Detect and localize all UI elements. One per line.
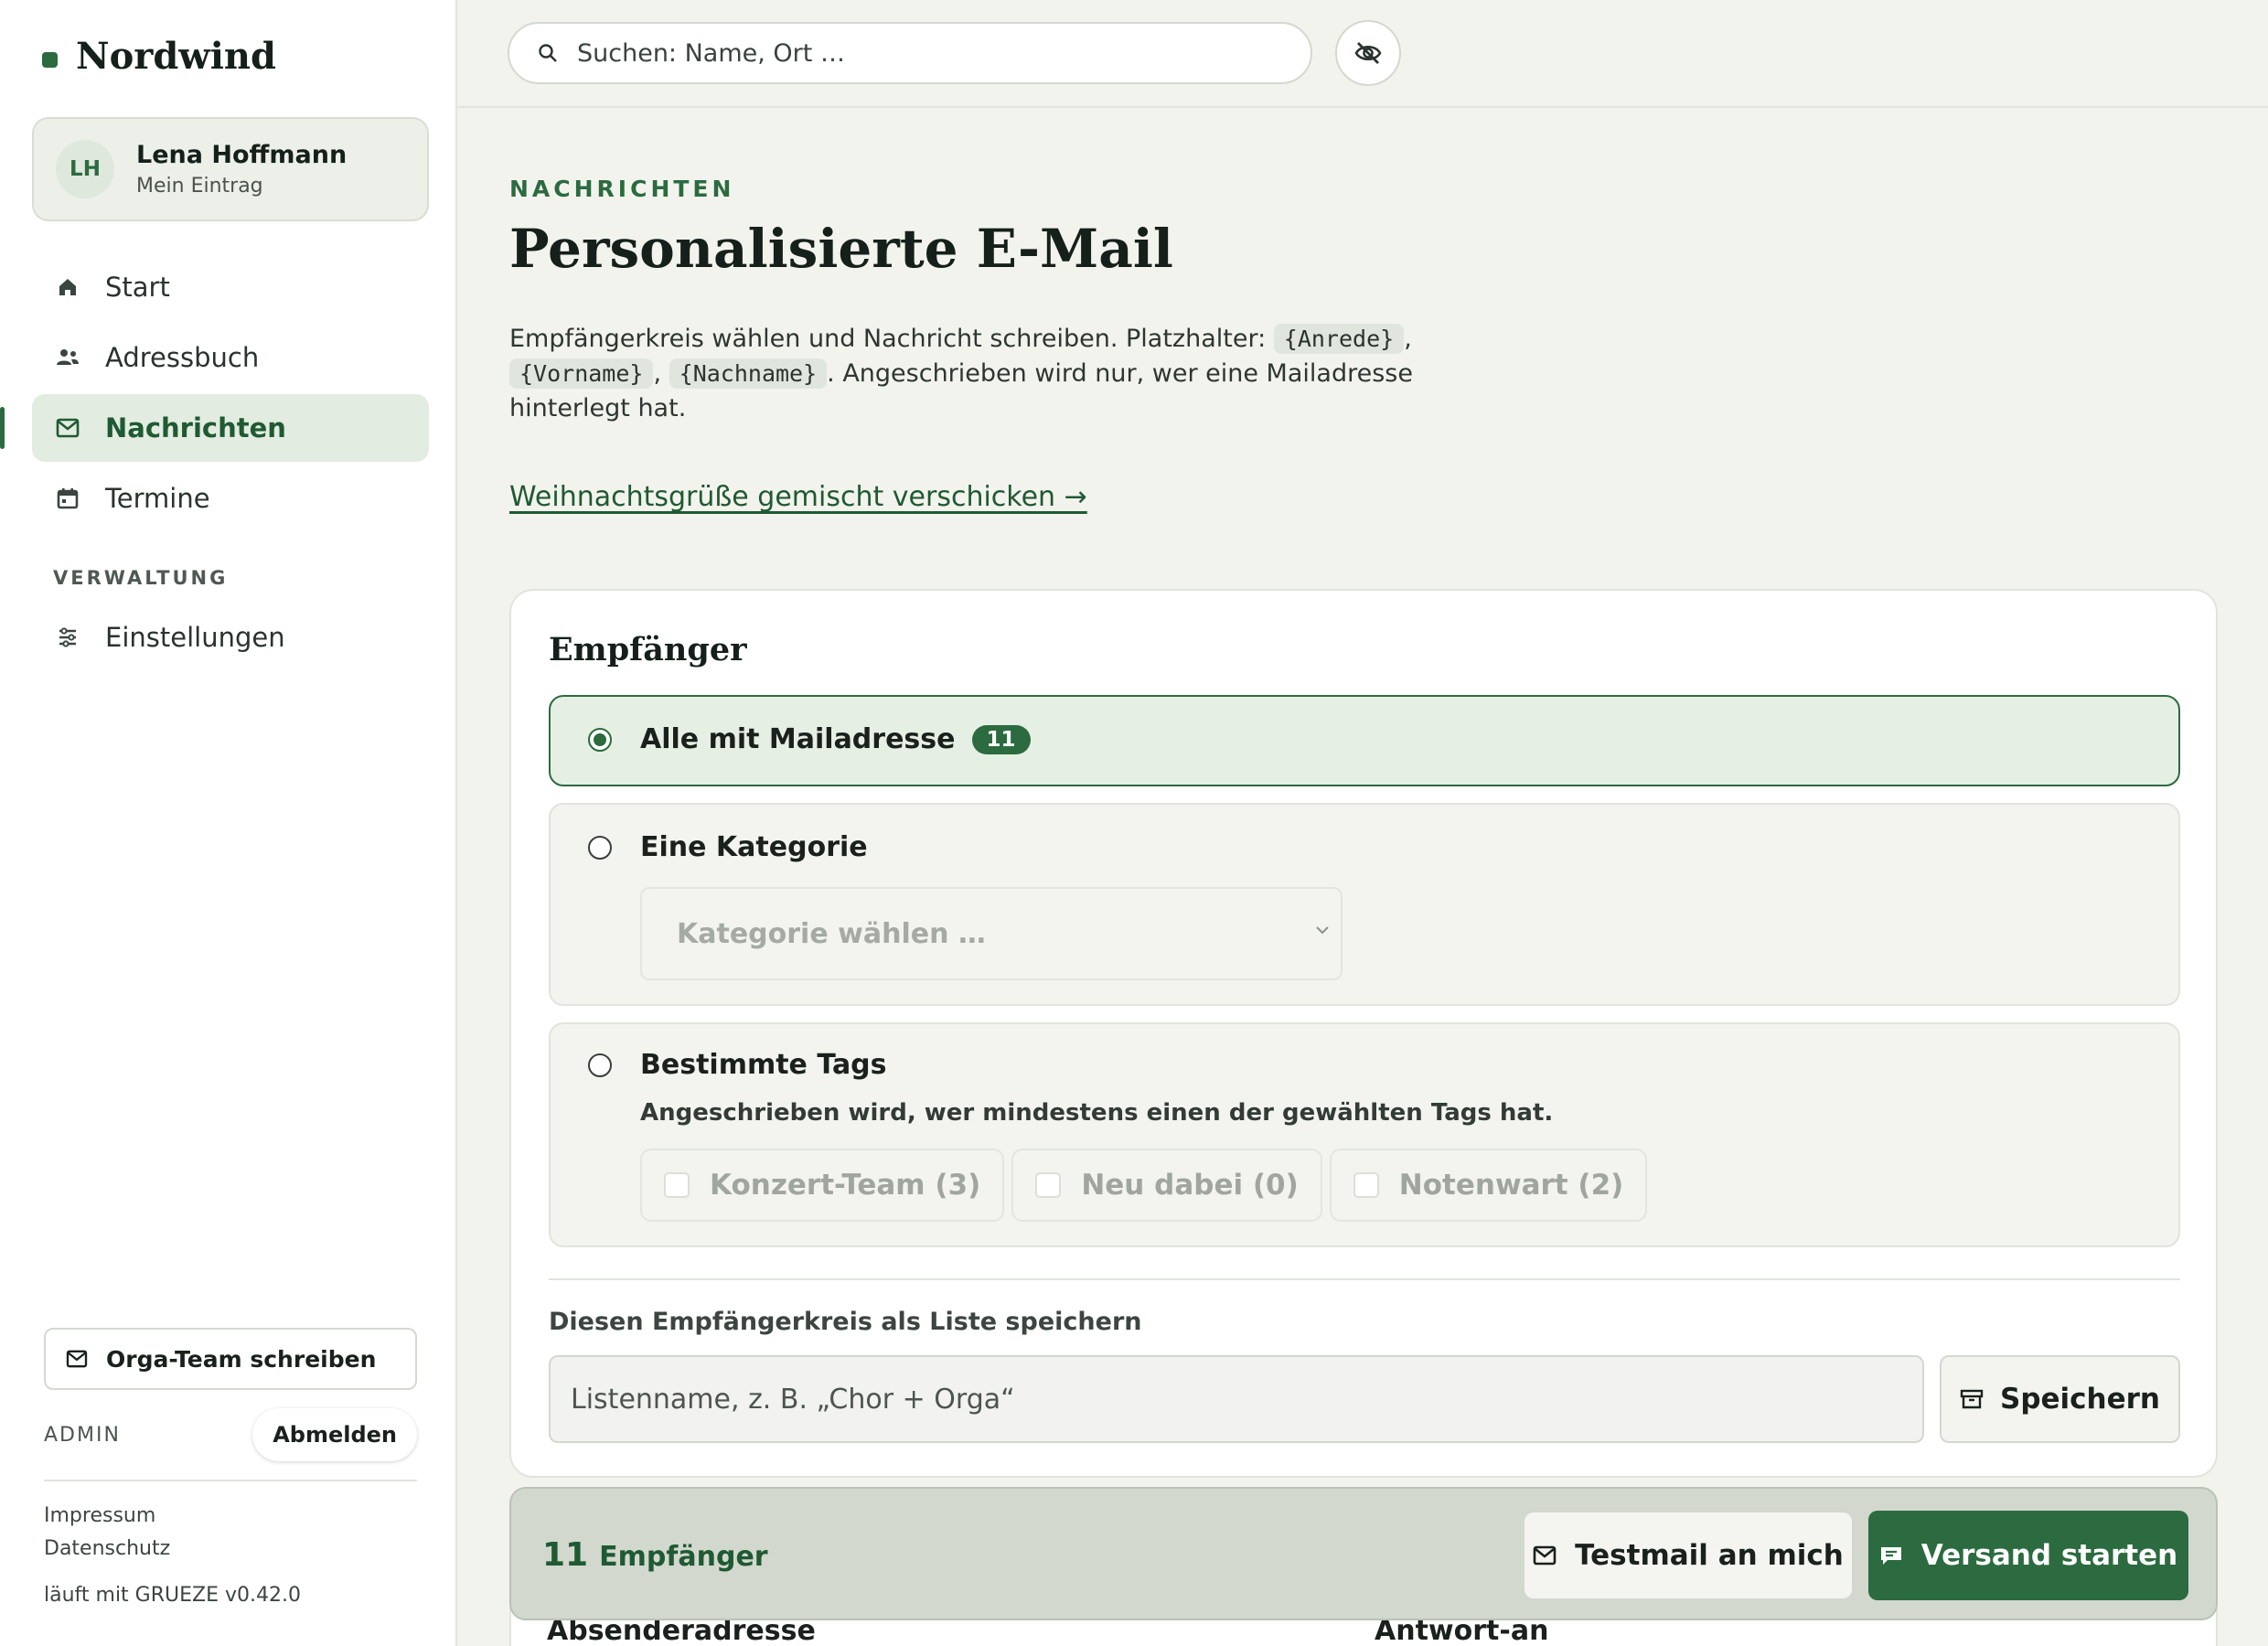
brand-name: Nordwind	[76, 35, 276, 78]
user-card[interactable]: LH Lena Hoffmann Mein Eintrag	[32, 117, 429, 221]
save-list-button[interactable]: Speichern	[1940, 1355, 2180, 1443]
option-category-label: Eine Kategorie	[640, 831, 868, 863]
nav-item-termine[interactable]: Termine	[32, 465, 429, 532]
eye-off-icon	[1354, 42, 1382, 64]
imprint-link[interactable]: Impressum	[44, 1500, 417, 1533]
send-action-bar: 11 Empfänger Testmail an mich Versand st…	[509, 1487, 2218, 1620]
start-send-button[interactable]: Versand starten	[1868, 1511, 2188, 1600]
mail-icon	[66, 1350, 88, 1368]
test-mail-button[interactable]: Testmail an mich	[1524, 1512, 1852, 1598]
radio-category[interactable]	[588, 836, 612, 860]
recipient-count: 11 Empfänger	[542, 1536, 768, 1574]
sliders-icon	[56, 625, 80, 649]
test-mail-label: Testmail an mich	[1575, 1539, 1844, 1572]
tag-label: Neu dabei (0)	[1081, 1169, 1299, 1202]
save-button-label: Speichern	[2000, 1383, 2160, 1416]
chevron-down-icon	[1316, 926, 1329, 935]
sidebar-footer: Orga-Team schreiben ADMIN Abmelden Impre…	[44, 1328, 417, 1607]
version-text: läuft mit GRUEZE v0.42.0	[44, 1584, 301, 1607]
nav-item-label: Einstellungen	[105, 622, 285, 653]
placeholder-vorname: {Vorname}	[509, 358, 654, 389]
nav-item-label: Termine	[105, 483, 210, 514]
mail-icon	[56, 416, 80, 440]
option-all-with-email[interactable]: Alle mit Mailadresse 11	[549, 695, 2180, 786]
user-subtitle: Mein Eintrag	[136, 175, 263, 198]
nav-item-label: Adressbuch	[105, 342, 260, 373]
nav-item-label: Start	[105, 272, 170, 303]
user-info: Lena Hoffmann Mein Eintrag	[136, 141, 347, 198]
tag-checkbox[interactable]: Neu dabei (0)	[1011, 1149, 1322, 1222]
search-icon	[539, 44, 557, 62]
orga-team-button[interactable]: Orga-Team schreiben	[44, 1328, 417, 1390]
home-icon	[56, 275, 80, 299]
nav-item-nachrichten[interactable]: Nachrichten	[0, 394, 429, 462]
sidebar: Nordwind LH Lena Hoffmann Mein Eintrag S…	[0, 0, 457, 1646]
intro-text: Empfängerkreis wählen und Nachricht schr…	[509, 325, 1267, 353]
users-icon	[56, 346, 80, 369]
save-list-label: Diesen Empfängerkreis als Liste speicher…	[549, 1308, 1142, 1336]
radio-tags[interactable]	[588, 1053, 612, 1077]
category-select[interactable]: Kategorie wählen …	[640, 887, 1343, 980]
recipients-card: Empfänger Alle mit Mailadresse 11 Eine K…	[509, 589, 2218, 1478]
main-nav: Start Adressbuch Nachrichten Termine VER…	[0, 253, 429, 674]
recipient-count-label: Empfänger	[599, 1541, 768, 1573]
page-title: Personalisierte E-Mail	[509, 218, 1173, 280]
list-name-input[interactable]	[549, 1355, 1924, 1443]
option-all-text: Alle mit Mailadresse	[640, 723, 956, 755]
divider	[549, 1278, 2180, 1280]
nav-item-adressbuch[interactable]: Adressbuch	[32, 324, 429, 391]
logout-button[interactable]: Abmelden	[252, 1408, 417, 1461]
privacy-link[interactable]: Datenschutz	[44, 1533, 417, 1566]
option-category[interactable]: Eine Kategorie Kategorie wählen …	[549, 803, 2180, 1006]
role-label: ADMIN	[44, 1423, 121, 1447]
recipient-count-number: 11	[542, 1536, 589, 1574]
tag-label: Konzert-Team (3)	[710, 1169, 981, 1202]
checkbox[interactable]	[1035, 1172, 1062, 1198]
option-tags-label: Bestimmte Tags	[640, 1049, 887, 1081]
search-input[interactable]	[577, 38, 1272, 68]
nav-section-label: VERWALTUNG	[53, 567, 229, 589]
topbar	[457, 0, 2268, 108]
archive-icon	[1960, 1389, 1984, 1409]
recipients-title: Empfänger	[549, 631, 747, 668]
tag-label: Notenwart (2)	[1398, 1169, 1624, 1202]
page-eyebrow: NACHRICHTEN	[509, 176, 735, 202]
category-select-value: Kategorie wählen …	[677, 917, 986, 950]
count-badge: 11	[971, 724, 1031, 754]
tag-checkbox[interactable]: Konzert-Team (3)	[640, 1149, 1005, 1222]
search-box[interactable]	[508, 22, 1312, 84]
privacy-toggle-button[interactable]	[1335, 20, 1401, 86]
tag-list: Konzert-Team (3) Neu dabei (0) Notenwart…	[640, 1149, 1654, 1222]
message-icon	[1880, 1547, 1901, 1565]
checkbox[interactable]	[664, 1172, 690, 1198]
tag-checkbox[interactable]: Notenwart (2)	[1329, 1149, 1648, 1222]
nav-item-label: Nachrichten	[105, 412, 286, 444]
option-tags-hint: Angeschrieben wird, wer mindestens einen…	[640, 1099, 1554, 1127]
christmas-mail-link[interactable]: Weihnachtsgrüße gemischt verschicken →	[509, 481, 1087, 513]
nav-item-start[interactable]: Start	[32, 253, 429, 321]
radio-all[interactable]	[588, 728, 612, 752]
option-all-label: Alle mit Mailadresse 11	[640, 723, 1031, 755]
option-tags[interactable]: Bestimmte Tags Angeschrieben wird, wer m…	[549, 1022, 2180, 1247]
mail-icon	[1533, 1545, 1557, 1566]
brand-logo-icon	[42, 52, 58, 68]
nav-item-einstellungen[interactable]: Einstellungen	[32, 604, 429, 671]
brand[interactable]: Nordwind	[42, 35, 276, 78]
page-intro: Empfängerkreis wählen und Nachricht schr…	[509, 324, 1413, 422]
divider	[44, 1480, 417, 1481]
checkbox[interactable]	[1353, 1172, 1379, 1198]
placeholder-nachname: {Nachname}	[669, 358, 828, 389]
admin-row: ADMIN Abmelden	[44, 1408, 417, 1461]
placeholder-anrede: {Anrede}	[1273, 324, 1405, 354]
start-send-label: Versand starten	[1920, 1539, 2178, 1572]
calendar-icon	[56, 486, 80, 510]
user-name: Lena Hoffmann	[136, 141, 348, 169]
avatar: LH	[56, 140, 114, 198]
orga-team-label: Orga-Team schreiben	[106, 1345, 377, 1373]
